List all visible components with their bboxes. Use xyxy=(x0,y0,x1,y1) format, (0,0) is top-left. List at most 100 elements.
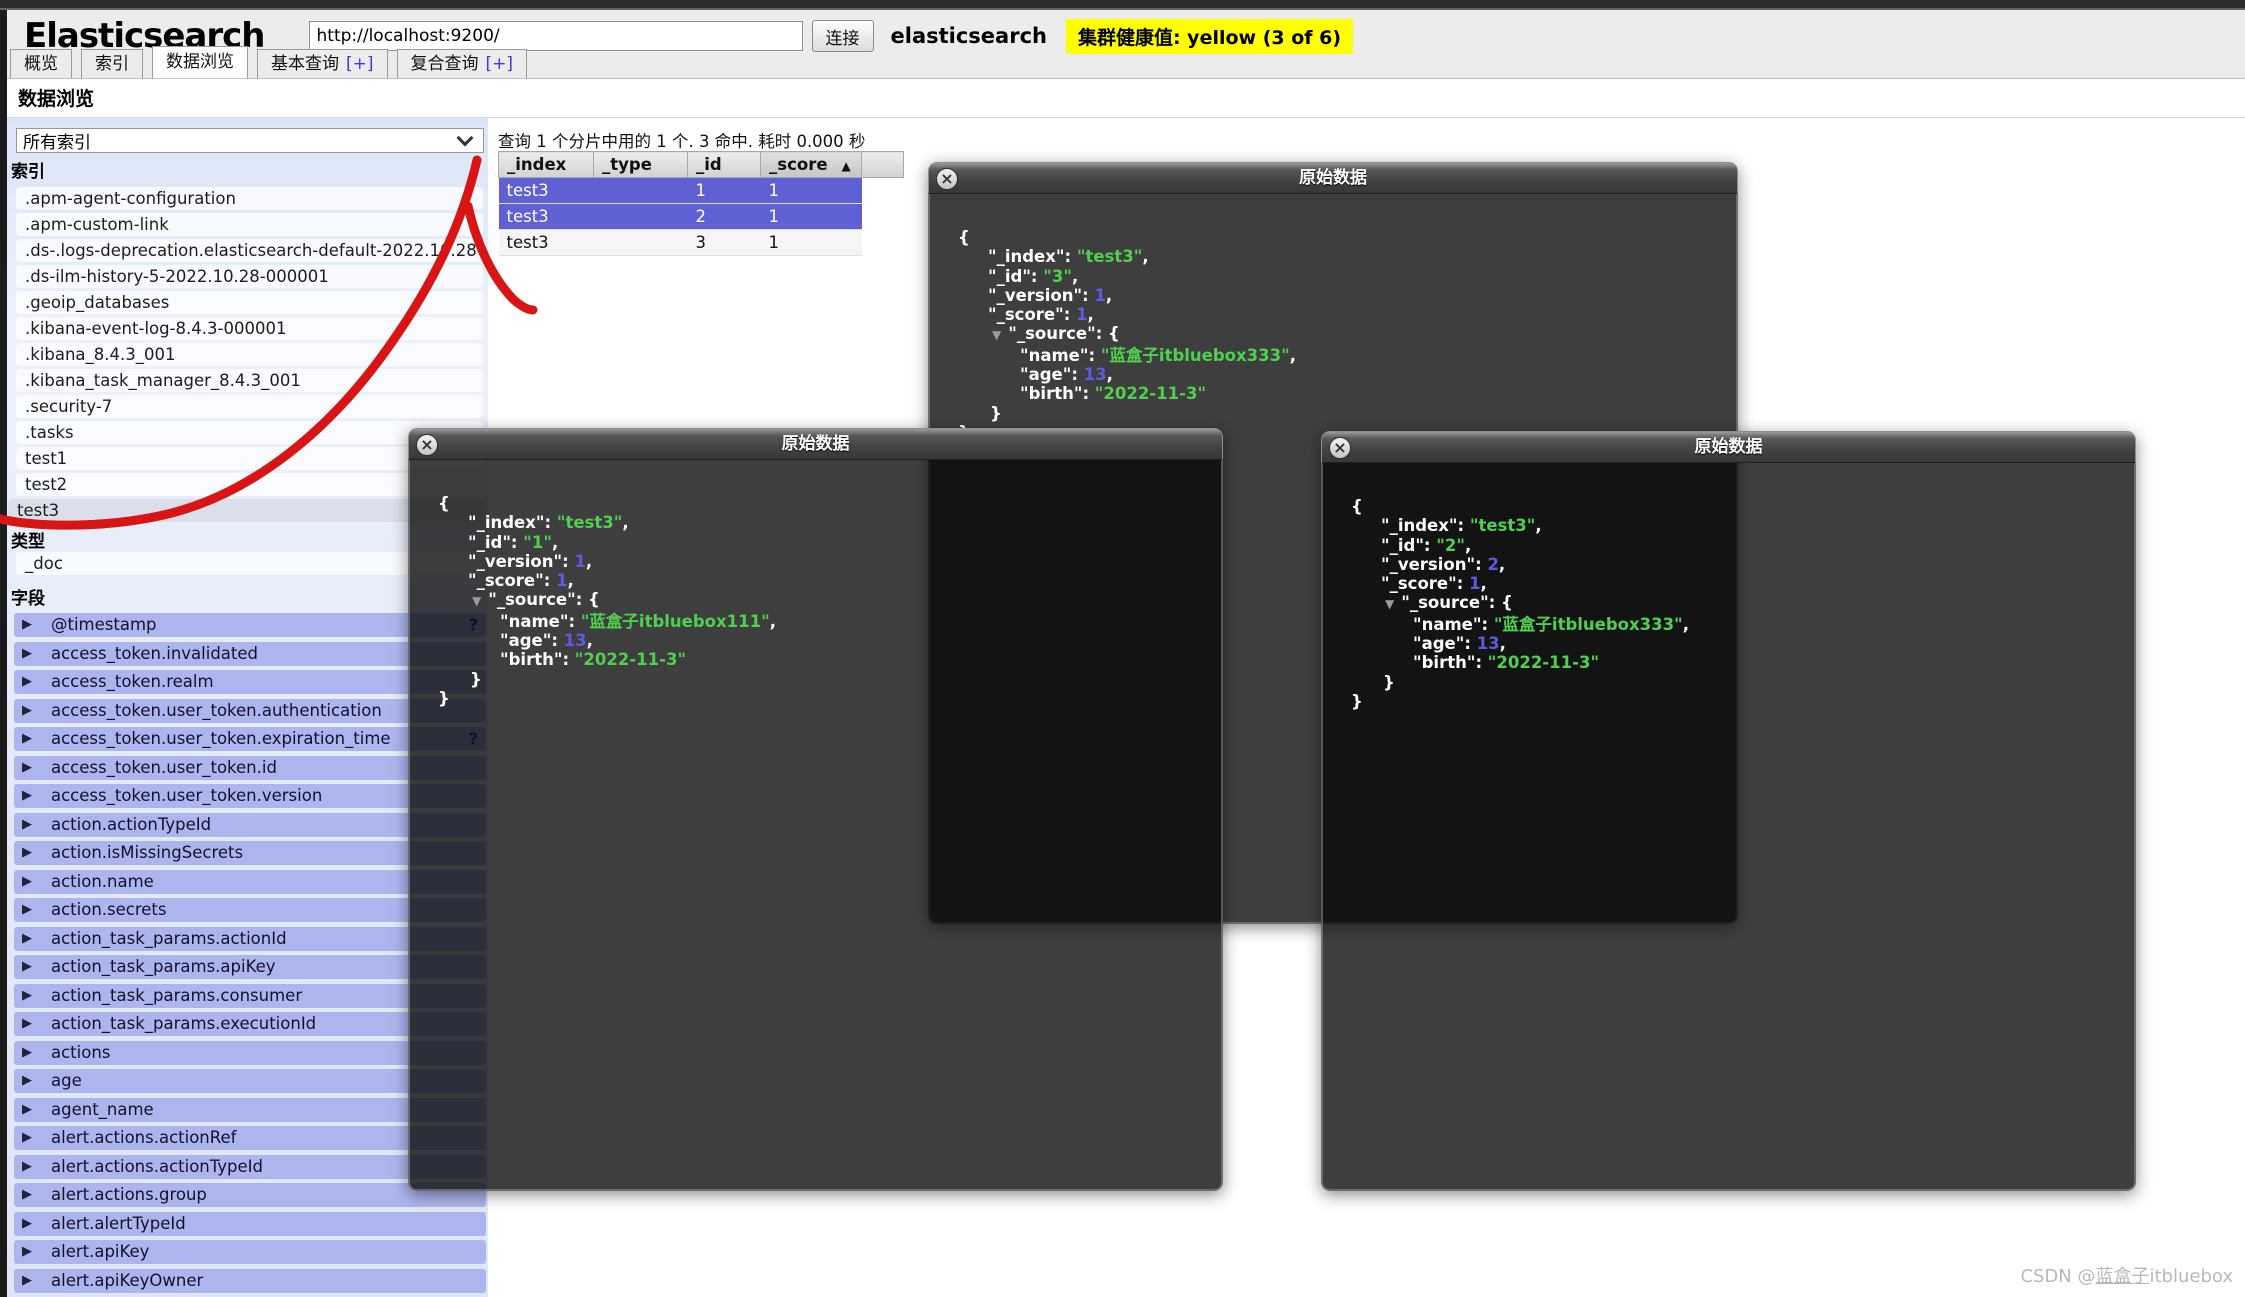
json-string: "2" xyxy=(1436,535,1465,555)
expand-triangle-icon[interactable]: ▶ xyxy=(22,813,32,837)
index-item[interactable]: .kibana_8.4.3_001 xyxy=(16,343,483,366)
collapse-triangle-icon[interactable]: ▼ xyxy=(1385,597,1394,611)
modal-title: 原始数据 xyxy=(1694,437,1763,457)
expand-triangle-icon[interactable]: ▶ xyxy=(22,1069,32,1093)
window-top-strip xyxy=(0,0,2245,10)
tab-3[interactable]: 基本查询 [+] xyxy=(257,49,388,78)
modal-titlebar[interactable]: × 原始数据 xyxy=(408,428,1223,460)
close-icon[interactable]: × xyxy=(416,434,438,456)
close-icon[interactable]: × xyxy=(936,168,958,190)
json-token: "age" xyxy=(1020,365,1072,385)
expand-triangle-icon[interactable]: ▶ xyxy=(22,756,32,780)
index-item[interactable]: .ds-ilm-history-5-2022.10.28-000001 xyxy=(16,265,483,288)
json-token: "_source" xyxy=(488,590,576,610)
index-filter-select[interactable]: 所有索引 xyxy=(16,128,484,153)
cell-type xyxy=(593,203,688,230)
cluster-name: elasticsearch xyxy=(890,24,1047,48)
json-token: : xyxy=(1475,554,1488,574)
column-header-id[interactable]: _id xyxy=(687,151,761,178)
json-string: "1" xyxy=(523,532,552,552)
cell-type xyxy=(593,229,688,256)
expand-triangle-icon[interactable]: ▶ xyxy=(22,1240,32,1264)
collapse-triangle-icon[interactable]: ▼ xyxy=(992,328,1001,342)
expand-triangle-icon[interactable]: ▶ xyxy=(22,1269,32,1293)
modal-titlebar[interactable]: × 原始数据 xyxy=(928,162,1738,194)
field-name: alert.actions.actionTypeId xyxy=(51,1156,264,1176)
column-header-type[interactable]: _type xyxy=(593,151,688,178)
index-item[interactable]: .kibana-event-log-8.4.3-000001 xyxy=(16,317,483,340)
tab-1[interactable]: 索引 xyxy=(81,49,143,78)
column-header-index[interactable]: _index xyxy=(498,151,594,178)
index-item[interactable]: .apm-agent-configuration xyxy=(16,187,483,210)
modal-title: 原始数据 xyxy=(1299,168,1367,188)
expand-triangle-icon[interactable]: ▶ xyxy=(22,1041,32,1065)
expand-triangle-icon[interactable]: ▶ xyxy=(22,699,32,723)
column-header-empty xyxy=(861,151,904,178)
json-line: "_id": "2", xyxy=(1351,536,2134,555)
json-line: } xyxy=(1351,673,2134,692)
expand-triangle-icon[interactable]: ▶ xyxy=(22,1012,32,1036)
json-string: "2022-11-3" xyxy=(1094,384,1207,404)
json-token: "age" xyxy=(500,631,552,651)
expand-triangle-icon[interactable]: ▶ xyxy=(22,898,32,922)
json-token: "name" xyxy=(1413,614,1482,634)
json-token: : xyxy=(1082,384,1095,404)
json-token: "_version" xyxy=(468,551,563,571)
raw-data-modal-2: × 原始数据{"_index": "test3", "_id": "2", "_ver… xyxy=(1321,431,2136,1191)
json-line: "birth": "2022-11-3" xyxy=(1351,653,2134,672)
json-token: "age" xyxy=(1413,634,1465,654)
json-line: "_index": "test3", xyxy=(958,247,1736,266)
connect-button[interactable]: 连接 xyxy=(811,20,874,52)
json-token: , xyxy=(1289,345,1296,365)
index-item[interactable]: .security-7 xyxy=(16,395,483,418)
expand-triangle-icon[interactable]: ▶ xyxy=(22,727,32,751)
field-item[interactable]: ▶ alert.apiKeyOwner xyxy=(14,1268,486,1293)
result-row-selected[interactable]: test3 2 1 xyxy=(498,203,904,230)
expand-triangle-icon[interactable]: ▶ xyxy=(22,870,32,894)
expand-triangle-icon[interactable]: ▶ xyxy=(22,670,32,694)
expand-triangle-icon[interactable]: ▶ xyxy=(22,1098,32,1122)
result-row-selected[interactable]: test3 1 1 xyxy=(498,177,904,204)
json-line: "birth": "2022-11-3" xyxy=(958,384,1736,403)
expand-triangle-icon[interactable]: ▶ xyxy=(22,927,32,951)
json-token: : xyxy=(1481,614,1494,634)
field-item[interactable]: ▶ alert.apiKey xyxy=(14,1240,486,1264)
tab-2[interactable]: 数据浏览 xyxy=(152,46,248,78)
index-item[interactable]: .ds-.logs-deprecation.elasticsearch-defa… xyxy=(16,239,483,262)
expand-triangle-icon[interactable]: ▶ xyxy=(22,1183,32,1207)
modal-titlebar[interactable]: × 原始数据 xyxy=(1321,431,2136,463)
field-name: alert.apiKeyOwner xyxy=(51,1270,204,1290)
json-number: 13 xyxy=(1476,634,1500,654)
expand-triangle-icon[interactable]: ▶ xyxy=(22,1126,32,1150)
json-token: } xyxy=(470,669,482,689)
tab-0[interactable]: 概览 xyxy=(10,49,72,78)
close-icon[interactable]: × xyxy=(1329,437,1351,459)
json-token: } xyxy=(1383,672,1395,692)
field-name: access_token.user_token.authentication xyxy=(51,700,382,720)
json-number: 1 xyxy=(1076,305,1088,325)
index-item[interactable]: .apm-custom-link xyxy=(16,213,483,236)
expand-triangle-icon[interactable]: ▶ xyxy=(22,955,32,979)
field-name: age xyxy=(51,1071,82,1090)
index-item[interactable]: .geoip_databases xyxy=(16,291,483,314)
result-row[interactable]: test3 3 1 xyxy=(498,229,904,256)
expand-triangle-icon[interactable]: ▶ xyxy=(22,613,32,637)
expand-triangle-icon[interactable]: ▶ xyxy=(22,841,32,865)
field-item[interactable]: ▶ alert.alertTypeId xyxy=(14,1211,486,1236)
index-item[interactable]: .kibana_task_manager_8.4.3_001 xyxy=(16,369,483,392)
collapse-triangle-icon[interactable]: ▼ xyxy=(472,594,481,608)
expand-triangle-icon[interactable]: ▶ xyxy=(22,984,32,1008)
tab-4[interactable]: 复合查询 [+] xyxy=(396,49,528,78)
expand-triangle-icon[interactable]: ▶ xyxy=(22,1155,32,1179)
column-header-score[interactable]: _score ▲ xyxy=(760,151,862,178)
expand-triangle-icon[interactable]: ▶ xyxy=(22,1212,32,1236)
json-token: , xyxy=(1087,305,1094,325)
expand-triangle-icon[interactable]: ▶ xyxy=(22,784,32,808)
types-section-label: 类型 xyxy=(11,532,45,552)
json-token: : xyxy=(1064,247,1077,267)
json-token: , xyxy=(1499,634,1506,654)
json-line: "age": 13, xyxy=(438,631,1221,650)
expand-triangle-icon[interactable]: ▶ xyxy=(22,642,32,666)
cell-index: test3 xyxy=(498,177,594,204)
json-line: "name": "蓝盒子itbluebox111", xyxy=(438,612,1221,631)
